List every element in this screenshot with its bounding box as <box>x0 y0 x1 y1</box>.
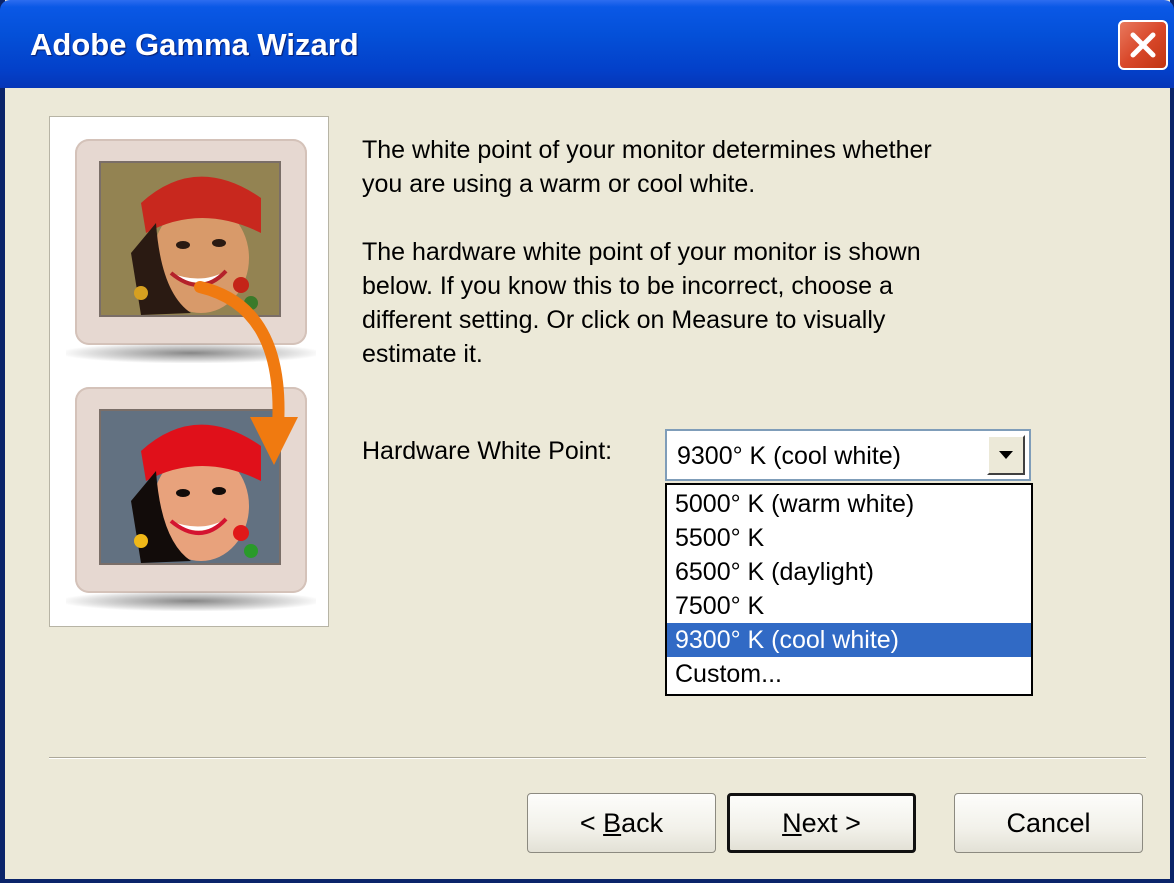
footer-divider <box>49 757 1146 759</box>
description-line: The hardware white point of your monitor… <box>362 238 921 266</box>
arrow-icon <box>194 281 298 465</box>
close-button[interactable] <box>1118 20 1168 70</box>
cancel-button[interactable]: Cancel <box>954 793 1143 853</box>
description-paragraph-2: The hardware white point of your monitor… <box>362 235 1042 371</box>
window-title: Adobe Gamma Wizard <box>30 27 359 62</box>
next-button-hotkey: N <box>782 808 802 838</box>
title-bar[interactable]: Adobe Gamma Wizard <box>0 0 1174 88</box>
back-button-hotkey: B <box>603 808 622 838</box>
white-point-selected-value: 9300° K (cool white) <box>677 442 901 470</box>
description-line: different setting. Or click on Measure t… <box>362 306 886 334</box>
white-point-option[interactable]: 6500° K (daylight) <box>667 555 1031 589</box>
description-line: below. If you know this to be incorrect,… <box>362 272 893 300</box>
next-button-label: ext > <box>801 808 861 838</box>
back-button-label: ack <box>621 808 664 838</box>
white-point-option[interactable]: 7500° K <box>667 589 1031 623</box>
back-button-prefix: < <box>579 808 604 838</box>
description-paragraph-1: The white point of your monitor determin… <box>362 133 1042 201</box>
white-point-option-selected[interactable]: 9300° K (cool white) <box>667 623 1031 657</box>
monitor-illustration <box>49 116 329 627</box>
white-point-option[interactable]: Custom... <box>667 657 1031 691</box>
description-line: The white point of your monitor determin… <box>362 136 932 164</box>
white-point-dropdown-list: 5000° K (warm white) 5500° K 6500° K (da… <box>665 483 1033 696</box>
back-button[interactable]: < Back <box>527 793 716 853</box>
white-point-select[interactable]: 9300° K (cool white) <box>665 429 1031 481</box>
close-icon <box>1130 32 1156 58</box>
white-point-option[interactable]: 5500° K <box>667 521 1031 555</box>
dropdown-toggle-button[interactable] <box>987 435 1025 475</box>
chevron-down-icon <box>999 451 1013 459</box>
white-point-option[interactable]: 5000° K (warm white) <box>667 487 1031 521</box>
monitor-shadow <box>66 591 316 611</box>
description-line: you are using a warm or cool white. <box>362 170 756 198</box>
white-point-label: Hardware White Point: <box>362 437 613 465</box>
next-button[interactable]: Next > <box>727 793 916 853</box>
description-line: estimate it. <box>362 340 483 368</box>
